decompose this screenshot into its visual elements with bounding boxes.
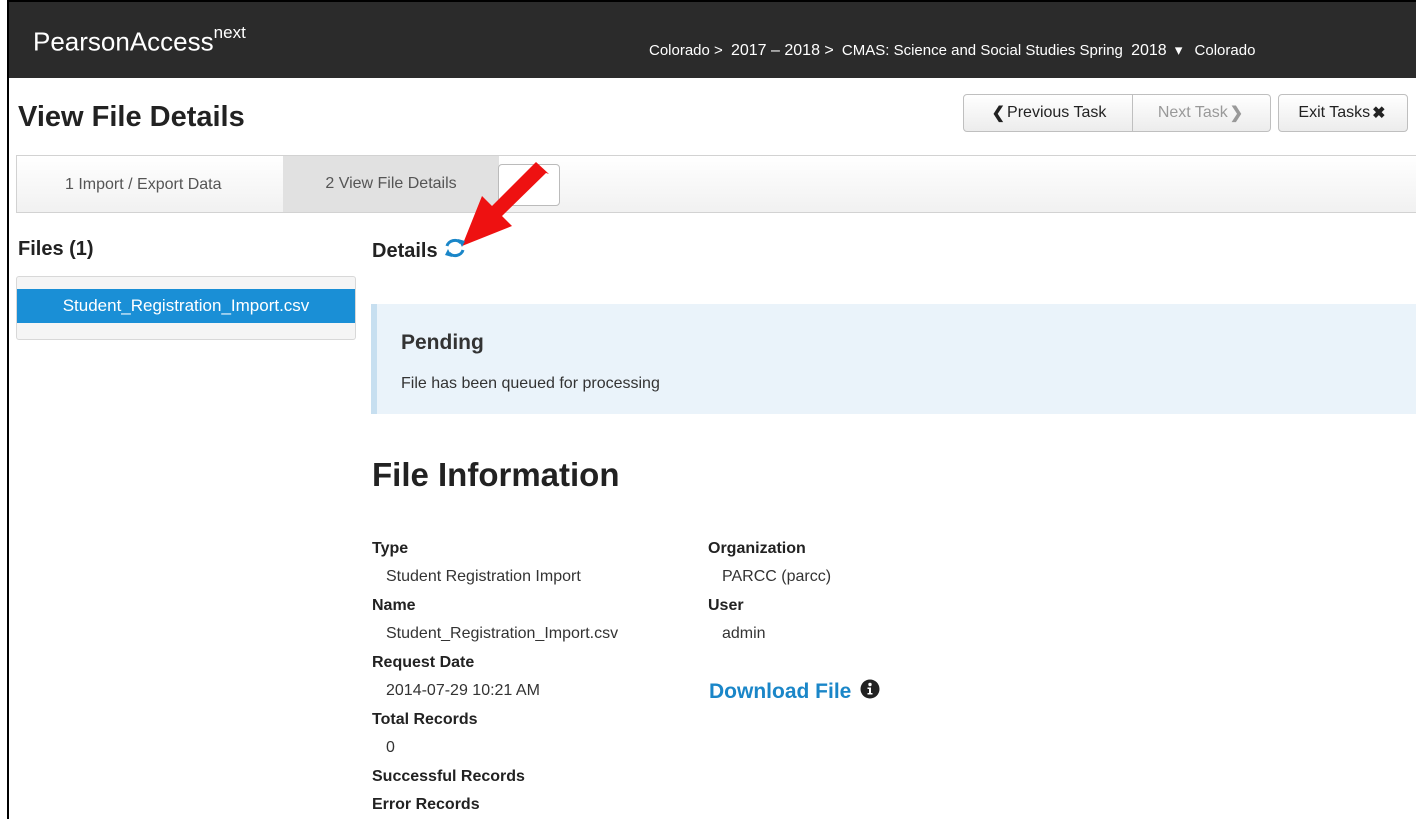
exit-tasks-button[interactable]: Exit Tasks ✖ — [1278, 94, 1408, 132]
alert-title: Pending — [401, 331, 484, 354]
request-date-value: 2014-07-29 10:21 AM — [386, 682, 540, 699]
breadcrumb: Colorado > 2017 – 2018 > CMAS: Science a… — [649, 41, 1259, 60]
error-records-label: Error Records — [372, 796, 480, 813]
page-title: View File Details — [18, 101, 245, 133]
details-heading: Details — [372, 238, 466, 264]
brand-logo[interactable]: PearsonAccessnext — [33, 23, 246, 58]
frame-border-left — [7, 0, 9, 819]
total-records-value: 0 — [386, 739, 395, 756]
alert-message: File has been queued for processing — [401, 375, 660, 392]
breadcrumb-test[interactable]: CMAS: Science and Social Studies Spring … — [842, 42, 1186, 59]
next-task-button[interactable]: Next Task ❯ — [1133, 94, 1271, 132]
download-file-link[interactable]: Download File — [709, 679, 880, 705]
organization-label: Organization — [708, 540, 806, 557]
details-label: Details — [372, 239, 438, 262]
previous-task-button[interactable]: ❮ Previous Task — [963, 94, 1133, 132]
breadcrumb-org[interactable]: Colorado — [1195, 42, 1256, 59]
step-import-export[interactable]: 1 Import / Export Data — [65, 176, 222, 194]
files-list: Student_Registration_Import.csv — [16, 276, 356, 340]
file-info-right-column: Organization PARCC (parcc) User admin — [708, 538, 831, 652]
info-icon[interactable] — [860, 679, 880, 705]
chevron-right-icon: ❯ — [1229, 105, 1244, 122]
name-label: Name — [372, 597, 416, 614]
breadcrumb-test-name: CMAS: Science and Social Studies Spring — [841, 42, 1123, 59]
brand-name: PearsonAccess — [33, 26, 214, 57]
annotation-arrow-icon — [462, 162, 549, 246]
info-glyph — [860, 679, 880, 699]
type-value: Student Registration Import — [386, 568, 581, 585]
user-label: User — [708, 597, 744, 614]
brand-superscript: next — [213, 23, 246, 42]
organization-value: PARCC (parcc) — [722, 568, 832, 585]
user-value: admin — [722, 625, 766, 642]
refresh-arc-top — [445, 238, 462, 247]
annotation-arrow-shape — [462, 162, 549, 246]
file-information-heading: File Information — [372, 456, 620, 493]
successful-records-label: Successful Records — [372, 768, 525, 785]
previous-task-label: Previous Task — [1007, 104, 1107, 121]
name-value: Student_Registration_Import.csv — [386, 625, 619, 642]
next-task-label: Next Task — [1157, 104, 1228, 121]
breadcrumb-year[interactable]: 2017 – 2018 > — [731, 42, 834, 59]
chevron-down-icon: ▾ — [1174, 42, 1183, 59]
status-alert: Pending File has been queued for process… — [371, 304, 1416, 414]
type-label: Type — [372, 540, 409, 557]
wizard-steps: 1 Import / Export Data 2 View File Detai… — [16, 155, 1416, 213]
breadcrumb-test-year: 2018 — [1131, 42, 1167, 59]
top-header-bar: PearsonAccessnext Colorado > 2017 – 2018… — [9, 2, 1416, 78]
download-file-label: Download File — [709, 680, 852, 703]
file-list-item[interactable]: Student_Registration_Import.csv — [17, 289, 355, 323]
close-icon: ✖ — [1372, 105, 1386, 122]
info-dot — [868, 682, 873, 687]
file-info-left-column: Type Student Registration Import Name St… — [372, 538, 618, 815]
exit-tasks-label: Exit Tasks — [1298, 104, 1371, 121]
request-date-label: Request Date — [372, 654, 475, 671]
refresh-arc-bottom — [447, 249, 465, 258]
files-heading: Files (1) — [18, 238, 94, 260]
breadcrumb-state[interactable]: Colorado > — [649, 42, 723, 59]
task-navigation: ❮ Previous Task Next Task ❯ Exit Tasks ✖ — [963, 94, 1408, 132]
chevron-left-icon: ❮ — [991, 105, 1006, 122]
total-records-label: Total Records — [372, 711, 478, 728]
refresh-glyph — [444, 238, 465, 258]
refresh-icon[interactable] — [444, 238, 466, 264]
